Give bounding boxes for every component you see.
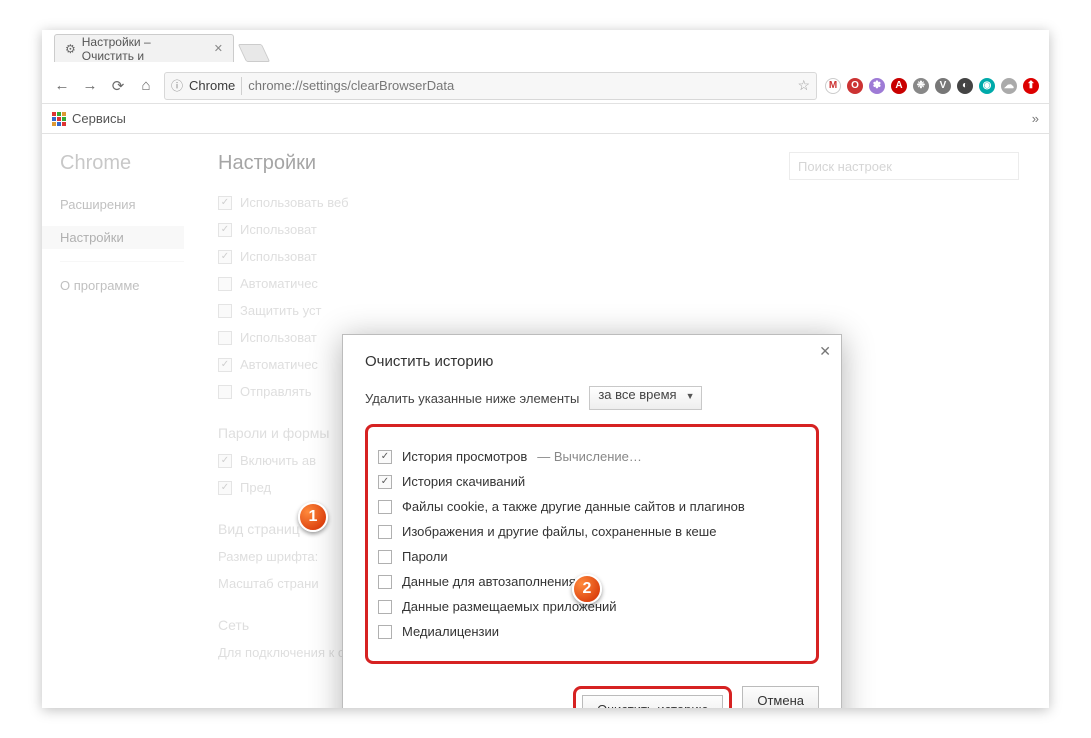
extension-icons: MO ✽ A ❉ V ◐ ◉ ☁ ⬆	[825, 78, 1039, 94]
option-label: Пароли	[402, 549, 448, 564]
gear-icon: ⚙	[65, 42, 76, 56]
checkbox-icon[interactable]	[378, 600, 392, 614]
clear-history-button[interactable]: Очистить историю	[582, 695, 723, 708]
chrome-window: ─ ☐ ✕ ⚙ Настройки – Очистить и ✕ ← → ⟳ ⌂…	[42, 30, 1049, 708]
bookmarks-label: Сервисы	[72, 111, 126, 126]
dialog-close-icon[interactable]: ✕	[819, 343, 831, 360]
clear-option-row[interactable]: Файлы cookie, а также другие данные сайт…	[378, 499, 806, 514]
dialog-title: Очистить историю	[365, 353, 819, 370]
checkbox-icon[interactable]	[378, 575, 392, 589]
bookmarks-bar: Сервисы »	[42, 104, 1049, 134]
option-label: Изображения и другие файлы, сохраненные …	[402, 524, 716, 539]
extension-icon[interactable]: ❉	[913, 78, 929, 94]
checkbox-icon[interactable]	[378, 450, 392, 464]
clear-option-row[interactable]: Медиалицензии	[378, 624, 806, 639]
reload-icon[interactable]: ⟳	[108, 77, 128, 95]
bookmark-star-icon[interactable]: ☆	[797, 77, 810, 94]
extension-icon[interactable]: ✽	[869, 78, 885, 94]
home-icon[interactable]: ⌂	[136, 77, 156, 94]
url-origin-label: Chrome	[189, 77, 242, 95]
extension-icon[interactable]: O	[847, 78, 863, 94]
time-range-select[interactable]: за все время	[589, 386, 701, 410]
apps-shortcut[interactable]: Сервисы	[52, 111, 126, 126]
delete-label: Удалить указанные ниже элементы	[365, 391, 579, 406]
address-bar[interactable]: ⓘ Chrome chrome://settings/clearBrowserD…	[164, 72, 817, 100]
tab-strip: ⚙ Настройки – Очистить и ✕	[42, 30, 1049, 62]
checkbox-icon[interactable]	[378, 625, 392, 639]
clear-option-row[interactable]: Пароли	[378, 549, 806, 564]
new-tab-button[interactable]	[238, 44, 270, 62]
option-label: История просмотров	[402, 449, 527, 464]
cancel-button[interactable]: Отмена	[742, 686, 819, 708]
info-icon[interactable]: ⓘ	[171, 77, 183, 94]
extension-icon[interactable]: M	[825, 78, 841, 94]
checkbox-icon[interactable]	[378, 550, 392, 564]
highlight-clear-button: Очистить историю	[573, 686, 732, 708]
apps-icon	[52, 112, 66, 126]
clear-options-group: История просмотров — Вычисление…История …	[365, 424, 819, 664]
browser-tab[interactable]: ⚙ Настройки – Очистить и ✕	[54, 34, 234, 62]
clear-history-dialog: ✕ Очистить историю Удалить указанные ниж…	[342, 334, 842, 708]
extension-icon[interactable]: ⬆	[1023, 78, 1039, 94]
tab-title: Настройки – Очистить и	[82, 35, 204, 63]
dialog-button-row: Очистить историю Отмена	[365, 686, 819, 708]
checkbox-icon[interactable]	[378, 475, 392, 489]
bookmarks-overflow-icon[interactable]: »	[1032, 111, 1039, 126]
option-label: Данные для автозаполнения	[402, 574, 576, 589]
clear-option-row[interactable]: История скачиваний	[378, 474, 806, 489]
option-label: История скачиваний	[402, 474, 525, 489]
extension-icon[interactable]: ☁	[1001, 78, 1017, 94]
browser-toolbar: ← → ⟳ ⌂ ⓘ Chrome chrome://settings/clear…	[42, 68, 1049, 104]
option-sublabel: — Вычисление…	[537, 449, 642, 464]
checkbox-icon[interactable]	[378, 500, 392, 514]
back-icon[interactable]: ←	[52, 77, 72, 94]
extension-icon[interactable]: ◐	[957, 78, 973, 94]
annotation-badge-1: 1	[298, 502, 328, 532]
extension-icon[interactable]: A	[891, 78, 907, 94]
settings-page: Chrome Расширения Настройки О программе …	[42, 134, 1049, 708]
annotation-badge-2: 2	[572, 574, 602, 604]
option-label: Медиалицензии	[402, 624, 499, 639]
time-range-row: Удалить указанные ниже элементы за все в…	[365, 386, 819, 410]
url-text: chrome://settings/clearBrowserData	[248, 78, 791, 93]
close-tab-icon[interactable]: ✕	[214, 42, 223, 55]
clear-option-row[interactable]: История просмотров — Вычисление…	[378, 449, 806, 464]
clear-option-row[interactable]: Изображения и другие файлы, сохраненные …	[378, 524, 806, 539]
checkbox-icon[interactable]	[378, 525, 392, 539]
option-label: Файлы cookie, а также другие данные сайт…	[402, 499, 745, 514]
extension-icon[interactable]: ◉	[979, 78, 995, 94]
forward-icon[interactable]: →	[80, 77, 100, 94]
extension-icon[interactable]: V	[935, 78, 951, 94]
